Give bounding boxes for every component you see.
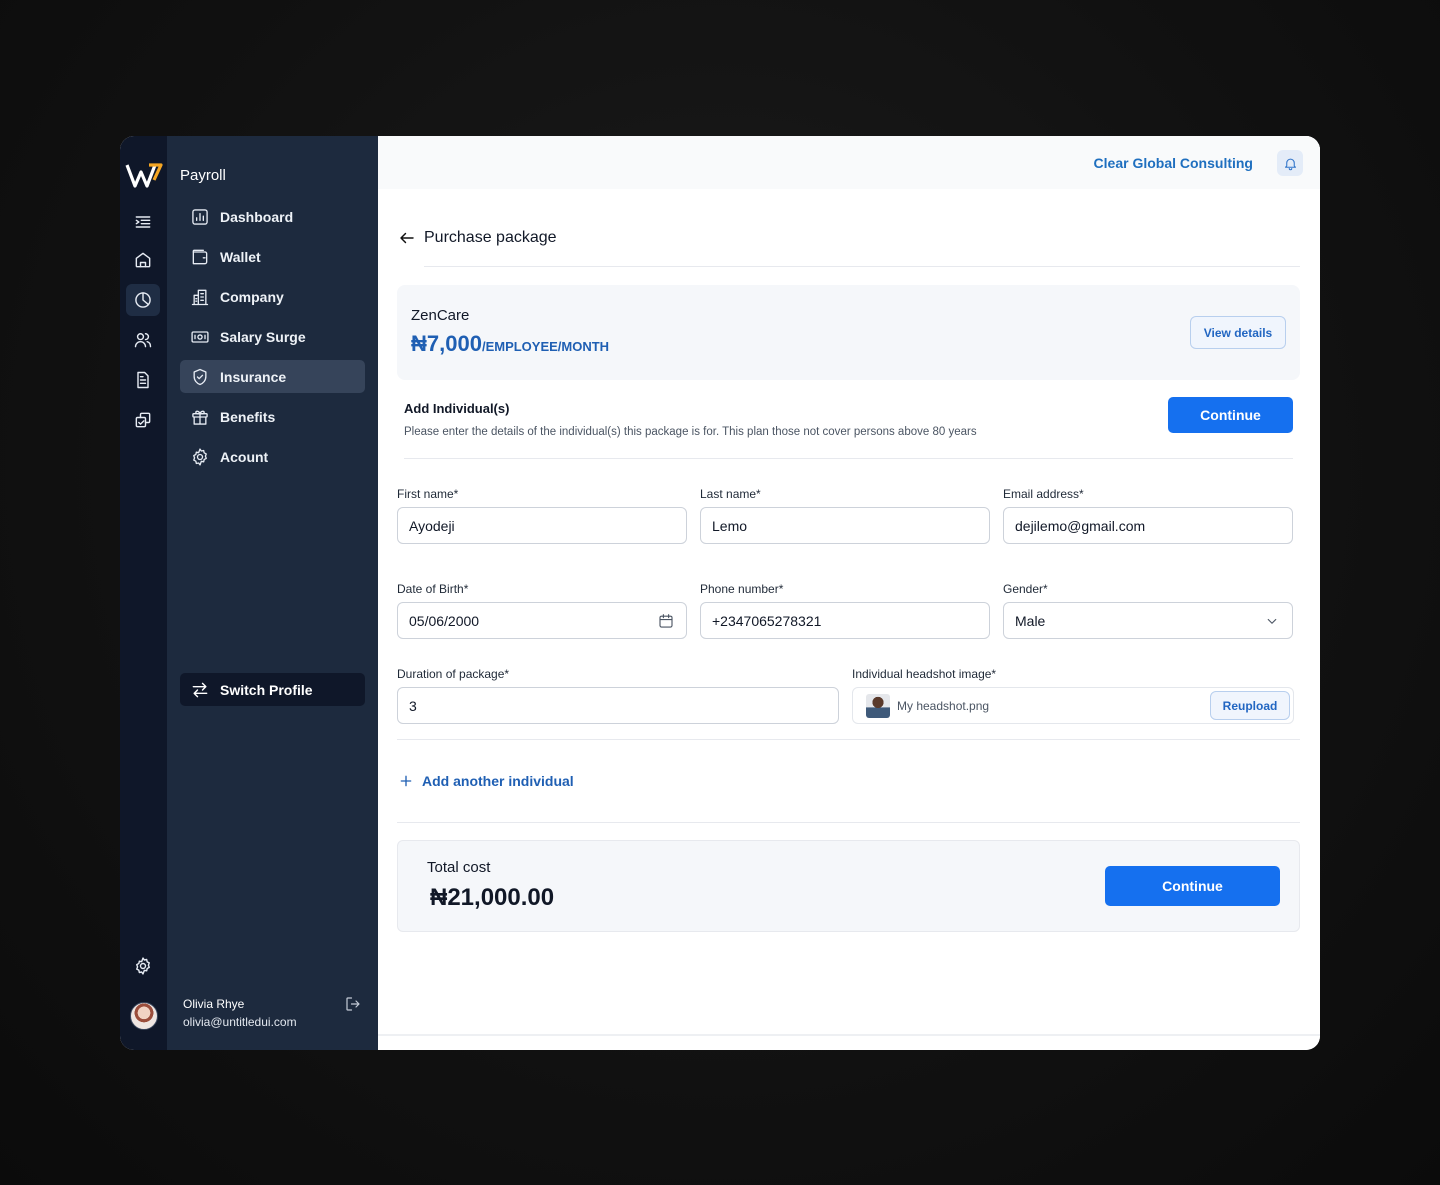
dob-label: Date of Birth* [397,582,469,596]
page-title: Purchase package [424,229,557,246]
add-individuals-heading: Add Individual(s) [404,401,510,416]
brand-logo-icon[interactable] [125,162,163,190]
sidebar-item-label: Dashboard [220,208,294,225]
headshot-thumbnail [866,694,890,718]
phone-field[interactable]: +2347065278321 [700,602,990,639]
phone-value: +2347065278321 [712,612,822,629]
reupload-button[interactable]: Reupload [1210,691,1290,720]
duration-value: 3 [409,697,417,714]
gender-select[interactable]: Male [1003,602,1293,639]
headshot-file-name: My headshot.png [897,699,990,713]
headshot-label: Individual headshot image* [852,667,997,681]
pie-chart-icon[interactable] [126,284,160,316]
duration-label: Duration of package* [397,667,510,681]
logout-icon[interactable] [344,995,362,1013]
bottom-divider [378,1034,1320,1036]
add-individuals-description: Please enter the details of the individu… [404,426,977,438]
headshot-upload-field: My headshot.png Reupload [852,687,1294,724]
building-icon [191,289,209,305]
add-another-label: Add another individual [422,773,574,789]
sidebar-item-label: Company [220,288,284,305]
sidebar-item-salary-surge[interactable]: Salary Surge [180,320,365,353]
switch-profile-button[interactable]: Switch Profile [180,673,365,706]
sidebar-item-label: Salary Surge [220,328,306,345]
total-cost-label: Total cost [427,859,491,876]
main-content: Clear Global Consulting Purchase package… [378,136,1320,1050]
notification-bell-icon[interactable] [1277,150,1303,176]
form-divider [397,739,1300,740]
calendar-icon[interactable] [657,612,675,630]
email-label: Email address* [1003,487,1084,501]
sidebar-item-dashboard[interactable]: Dashboard [180,200,365,233]
gift-icon [192,410,208,425]
back-arrow-icon[interactable] [398,229,416,247]
gear-icon [193,447,207,466]
bar-chart-icon [192,208,208,225]
package-name: ZenCare [411,307,470,324]
gear-icon[interactable] [126,950,160,982]
swap-arrows-icon [192,682,208,697]
sidebar-item-company[interactable]: Company [180,280,365,313]
home-icon[interactable] [126,244,160,276]
first-name-value: Ayodeji [409,517,455,534]
dob-value: 05/06/2000 [409,612,480,629]
organization-name[interactable]: Clear Global Consulting [1094,155,1253,171]
package-price-unit: /EMPLOYEE/MONTH [481,339,610,354]
sidebar-item-benefits[interactable]: Benefits [180,400,365,433]
title-divider [424,266,1300,267]
package-card: ZenCare ₦7,000/EMPLOYEE/MONTH View detai… [397,285,1300,380]
duration-field[interactable]: 3 [397,687,839,724]
last-name-field[interactable]: Lemo [700,507,990,544]
banknote-icon [191,330,209,343]
phone-label: Phone number* [700,582,784,596]
users-icon[interactable] [126,324,160,356]
copy-icon[interactable] [126,404,160,436]
app-window: Payroll Dashboard Wallet Company Salary … [120,136,1320,1050]
sidebar-item-label: Insurance [220,368,287,385]
total-cost-value: ₦21,000.00 [430,884,555,911]
first-name-label: First name* [397,487,459,501]
sidebar-item-label: Benefits [220,408,276,425]
chevron-down-icon [1263,612,1281,630]
app-title: Payroll [180,167,226,184]
user-email: olivia@untitledui.com [183,1015,297,1029]
total-divider [397,822,1300,823]
email-field[interactable]: dejilemo@gmail.com [1003,507,1293,544]
total-cost-card: Total cost ₦21,000.00 Continue [397,840,1300,932]
section-divider [404,458,1293,459]
wallet-icon [192,249,208,264]
continue-button-bottom[interactable]: Continue [1105,866,1280,906]
last-name-value: Lemo [712,517,748,534]
continue-button-top[interactable]: Continue [1168,397,1293,433]
menu-icon[interactable] [126,206,160,238]
plus-icon [400,775,412,787]
sidebar-item-insurance[interactable]: Insurance [180,360,365,393]
view-details-button[interactable]: View details [1190,316,1286,349]
sidebar-item-wallet[interactable]: Wallet [180,240,365,273]
gender-label: Gender* [1003,582,1048,596]
last-name-label: Last name* [700,487,761,501]
first-name-field[interactable]: Ayodeji [397,507,687,544]
user-name: Olivia Rhye [183,997,245,1011]
shield-check-icon [193,368,207,385]
dob-field[interactable]: 05/06/2000 [397,602,687,639]
sidebar-item-label: Acount [220,448,269,465]
email-value: dejilemo@gmail.com [1015,517,1146,534]
sidebar: Payroll Dashboard Wallet Company Salary … [167,136,378,1050]
package-price: ₦7,000/EMPLOYEE/MONTH [411,331,609,357]
avatar[interactable] [130,1002,158,1030]
top-bar: Clear Global Consulting [378,136,1320,189]
package-price-amount: ₦7,000 [411,331,482,356]
document-icon[interactable] [126,364,160,396]
add-another-individual-button[interactable]: Add another individual [398,773,574,789]
sidebar-item-account[interactable]: Acount [180,440,365,473]
gender-value: Male [1015,612,1046,629]
switch-profile-label: Switch Profile [220,681,313,698]
icon-rail [120,136,167,1050]
sidebar-item-label: Wallet [220,248,261,265]
